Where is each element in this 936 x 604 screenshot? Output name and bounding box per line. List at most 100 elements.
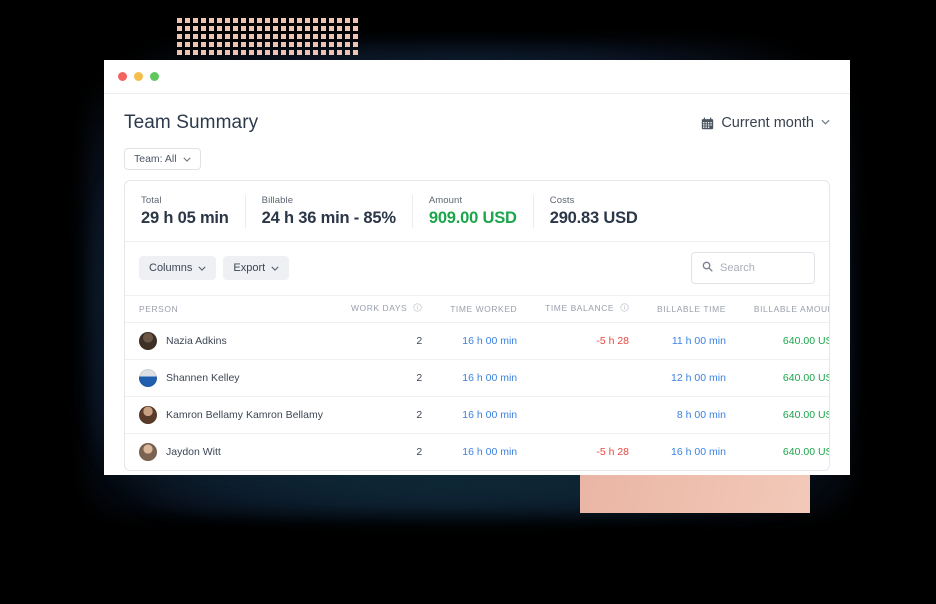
col-header-time-worked[interactable]: TIME WORKED: [436, 295, 532, 323]
decorative-dot: [241, 26, 246, 31]
period-picker[interactable]: Current month: [701, 112, 830, 131]
decorative-dot: [337, 34, 342, 39]
table-row[interactable]: Nazia Adkins 2 16 h 00 min -5 h 28 11 h 00 m…: [125, 322, 829, 360]
info-icon[interactable]: [620, 303, 629, 314]
decorative-dot: [281, 34, 286, 39]
zoom-button[interactable]: [150, 72, 159, 81]
decorative-dot: [345, 26, 350, 31]
decorative-dot: [313, 50, 318, 55]
stat-value: 29 h 05 min: [141, 209, 229, 227]
col-header-work-days[interactable]: WORK DAYS: [336, 295, 437, 323]
decorative-dot: [257, 34, 262, 39]
decorative-salmon-block: [580, 470, 810, 513]
decorative-dot: [201, 18, 206, 23]
decorative-dot: [249, 34, 254, 39]
avatar: [139, 406, 157, 424]
decorative-dot: [241, 42, 246, 47]
decorative-dot: [289, 26, 294, 31]
table-head: PERSON WORK DAYS TIME WORKED TIME BALANC…: [125, 295, 829, 323]
col-header-billable-time[interactable]: BILLABLE TIME: [643, 295, 740, 323]
decorative-dot: [337, 42, 342, 47]
decorative-dot: [297, 50, 302, 55]
info-icon[interactable]: [413, 303, 422, 314]
decorative-dot: [281, 42, 286, 47]
decorative-dot: [281, 18, 286, 23]
decorative-dot: [201, 34, 206, 39]
decorative-dot: [233, 50, 238, 55]
summary-card: Total 29 h 05 min Billable 24 h 36 min -…: [124, 180, 830, 471]
decorative-dot: [321, 26, 326, 31]
cell-time-worked: 16 h 00 min: [436, 322, 532, 360]
decorative-dot: [305, 18, 310, 23]
decorative-dot: [193, 42, 198, 47]
table-body: Nazia Adkins 2 16 h 00 min -5 h 28 11 h 00 m…: [125, 322, 829, 471]
cell-time-balance: [531, 359, 644, 397]
decorative-dot: [225, 42, 230, 47]
table-row[interactable]: Shannen Kelley 2 16 h 00 min 12 h 00 min 640…: [125, 359, 829, 397]
cell-person: Nazia Adkins: [125, 322, 337, 360]
decorative-dot: [337, 50, 342, 55]
decorative-dot: [345, 42, 350, 47]
team-filter-dropdown[interactable]: Team: All: [124, 148, 201, 170]
decorative-dot: [329, 50, 334, 55]
search-box[interactable]: [691, 252, 815, 284]
decorative-dot: [329, 42, 334, 47]
decorative-dot: [321, 42, 326, 47]
decorative-dot: [321, 18, 326, 23]
table-row[interactable]: Jaydon Witt 2 16 h 00 min -5 h 28 16 h 00 mi…: [125, 434, 829, 471]
decorative-dot: [209, 50, 214, 55]
decorative-dot: [289, 50, 294, 55]
table-row[interactable]: Kamron Bellamy Kamron Bellamy 2 16 h 00 mi…: [125, 396, 829, 434]
decorative-dot: [353, 26, 358, 31]
decorative-dot: [273, 34, 278, 39]
decorative-dot: [241, 50, 246, 55]
decorative-dot: [305, 26, 310, 31]
decorative-dot: [305, 42, 310, 47]
decorative-dot: [289, 18, 294, 23]
cell-billable-amount: 640.00 USD: [739, 359, 829, 397]
decorative-dot: [353, 42, 358, 47]
cell-billable-amount: 640.00 USD: [739, 322, 829, 360]
decorative-dot: [281, 50, 286, 55]
period-label: Current month: [721, 115, 814, 131]
col-label: TIME WORKED: [450, 303, 518, 314]
page-header: Team Summary Current month: [124, 112, 830, 134]
decorative-dot: [177, 26, 182, 31]
decorative-dot: [225, 18, 230, 23]
decorative-dot: [313, 42, 318, 47]
decorative-dot: [329, 26, 334, 31]
decorative-dot: [185, 34, 190, 39]
col-header-billable-amount[interactable]: BILLABLE AMOUNT: [739, 295, 829, 323]
chevron-down-icon: [271, 262, 279, 274]
page-content: Team Summary Current month Team: All Tot…: [104, 94, 850, 471]
decorative-dot-grid: [177, 18, 361, 58]
decorative-dot: [265, 42, 270, 47]
chevron-down-icon: [821, 118, 830, 128]
decorative-dot: [217, 42, 222, 47]
stat-total: Total 29 h 05 min: [125, 195, 246, 228]
col-header-person[interactable]: PERSON: [125, 295, 337, 323]
stat-billable: Billable 24 h 36 min - 85%: [246, 195, 413, 228]
decorative-dot: [273, 26, 278, 31]
export-button[interactable]: Export: [223, 256, 290, 280]
search-input[interactable]: [720, 262, 804, 274]
col-header-time-balance[interactable]: TIME BALANCE: [531, 295, 644, 323]
decorative-dot: [273, 50, 278, 55]
decorative-dot: [257, 50, 262, 55]
cell-billable-time: 16 h 00 min: [671, 446, 726, 458]
stat-value: 24 h 36 min - 85%: [261, 209, 396, 227]
decorative-dot: [241, 34, 246, 39]
decorative-dot: [193, 34, 198, 39]
decorative-dot: [337, 18, 342, 23]
cell-billable-time: 11 h 00 min: [643, 322, 740, 360]
close-button[interactable]: [118, 72, 127, 81]
columns-button[interactable]: Columns: [139, 256, 217, 280]
decorative-dot: [201, 26, 206, 31]
decorative-dot: [201, 50, 206, 55]
minimize-button[interactable]: [134, 72, 143, 81]
decorative-dot: [233, 34, 238, 39]
cell-work-days: 2: [336, 322, 437, 360]
cell-work-days: 2: [336, 359, 437, 397]
stat-label: Billable: [261, 195, 294, 206]
avatar: [139, 369, 157, 387]
